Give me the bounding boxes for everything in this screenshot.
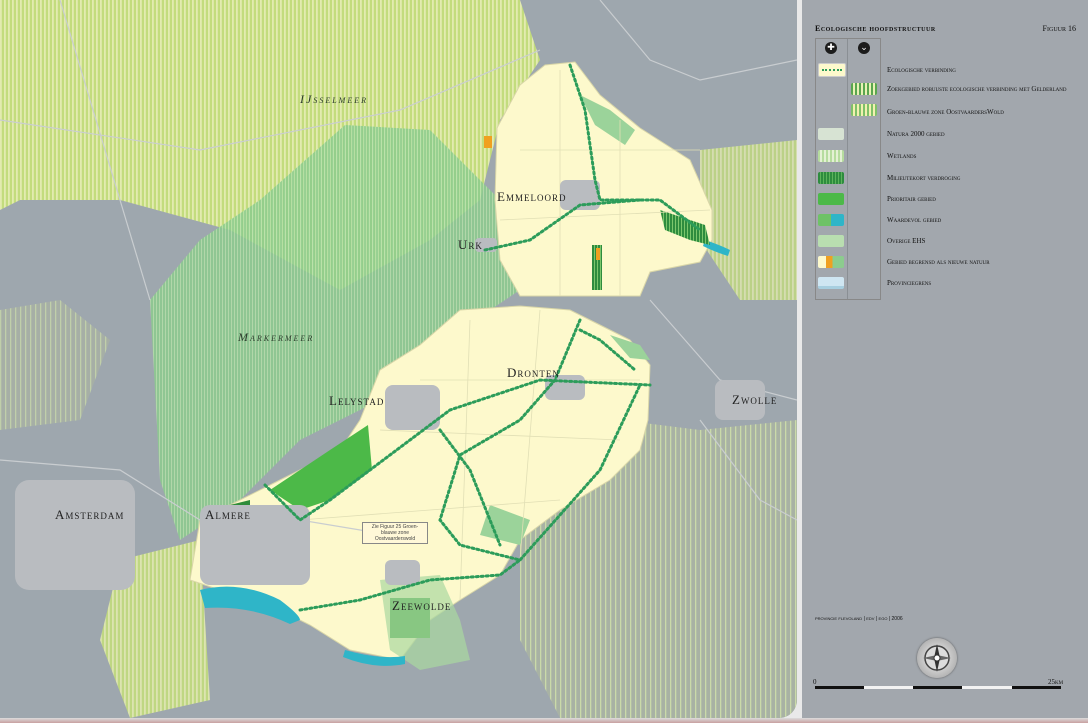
swatch-groen-blauwe-zone xyxy=(851,104,877,116)
label-almere: Almere xyxy=(205,507,251,522)
swatch-wetlands xyxy=(818,150,844,162)
legend-item-3: Natura 2000 gebied xyxy=(887,130,945,138)
legend-item-2: Groen-blauwe zone OostvaardersWold xyxy=(887,108,1004,116)
map-canvas[interactable]: IJsselmeer Markermeer Emmeloord Urk Dron… xyxy=(0,0,797,718)
legend-item-10: Provinciegrens xyxy=(887,279,932,287)
swatch-verdroging xyxy=(818,172,844,184)
chevron-down-icon[interactable]: ⌄ xyxy=(858,42,870,54)
label-markermeer: Markermeer xyxy=(238,330,315,344)
page-edge xyxy=(0,718,1088,723)
compass-icon xyxy=(917,638,957,678)
swatch-provinciegrens xyxy=(818,277,844,289)
swatch-nieuwe-natuur xyxy=(818,256,844,268)
legend-item-0: Ecologische verbinding xyxy=(887,66,956,74)
scale-start-label: 0 xyxy=(813,678,817,686)
swatch-natura-2000 xyxy=(818,128,844,140)
legend-item-1: Zoekgebied robuuste ecologische verbindi… xyxy=(887,85,1067,93)
label-urk: Urk xyxy=(458,237,483,252)
legend-item-9: Gebied begrensd als nieuwe natuur xyxy=(887,258,990,266)
label-zeewolde: Zeewolde xyxy=(392,598,452,613)
legend-item-4: Wetlands xyxy=(887,152,917,160)
swatch-ecologische-verbinding xyxy=(818,63,846,77)
scale-end-label: 25km xyxy=(1048,678,1064,686)
label-amsterdam: Amsterdam xyxy=(55,507,125,522)
swatch-waardevol xyxy=(818,214,844,226)
label-dronten: Dronten xyxy=(507,365,560,380)
label-lelystad: Lelystad xyxy=(329,393,385,408)
map-figure: IJsselmeer Markermeer Emmeloord Urk Dron… xyxy=(0,0,1088,723)
scale-bar xyxy=(815,686,1061,690)
credit-line: provincie flevoland | edv | ego | 2006 xyxy=(815,616,903,622)
nieuwe-natuur-patch xyxy=(596,248,600,260)
legend-divider xyxy=(847,39,848,299)
figure-number: Figuur 16 xyxy=(1042,24,1076,33)
legend-item-5: Milieutekort verdroging xyxy=(887,174,961,182)
swatch-prioritair xyxy=(818,193,844,205)
swatch-zoekgebied xyxy=(851,83,877,95)
legend-item-6: Prioritair gebied xyxy=(887,195,936,203)
legend-item-7: Waardevol gebied xyxy=(887,216,942,224)
label-emmeloord: Emmeloord xyxy=(497,189,567,204)
nieuwe-natuur-patch-west xyxy=(484,136,492,148)
legend-panel: Ecologische hoofdstructuur Figuur 16 ✚ ⌄… xyxy=(802,0,1088,718)
map-note: Zie Figuur 25 Groen-blauwe zone Oostvaar… xyxy=(362,522,428,544)
swatch-overige-ehs xyxy=(818,235,844,247)
label-ijsselmeer: IJsselmeer xyxy=(300,92,368,106)
legend-item-8: Overige EHS xyxy=(887,237,926,245)
label-zwolle: Zwolle xyxy=(732,392,778,407)
panel-title: Ecologische hoofdstructuur xyxy=(815,24,936,33)
expand-up-icon[interactable]: ✚ xyxy=(825,42,837,54)
